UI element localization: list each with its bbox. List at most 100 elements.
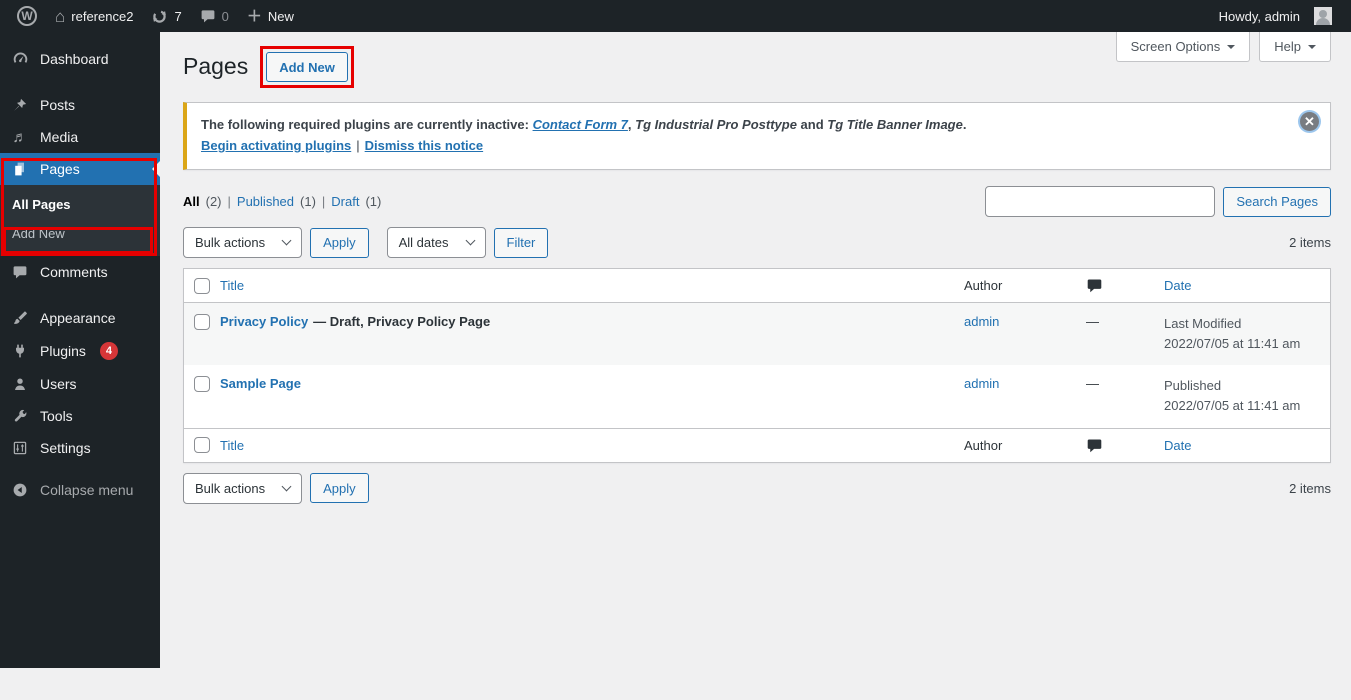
dashboard-icon <box>10 50 30 67</box>
row-checkbox-cell <box>184 303 220 341</box>
view-published-count: (1) <box>300 194 316 209</box>
search-pages-input[interactable] <box>985 186 1215 217</box>
home-icon: ⌂ <box>55 8 65 25</box>
submenu-all-pages[interactable]: All Pages <box>0 190 160 219</box>
begin-activating-plugins-link[interactable]: Begin activating plugins <box>201 138 351 153</box>
row-checkbox[interactable] <box>194 314 210 330</box>
admin-bar: W ⌂ reference2 7 0 ＋ New Howdy, admin <box>0 0 1351 32</box>
page-title-link[interactable]: Sample Page <box>220 376 301 391</box>
column-header-comments[interactable] <box>1084 269 1164 302</box>
paintbrush-icon <box>10 310 30 326</box>
collapse-arrow-icon <box>10 482 30 498</box>
filter-button[interactable]: Filter <box>494 228 549 258</box>
pages-list-table: Title Author Date Privacy Policy — Draft,… <box>183 268 1331 463</box>
submenu-add-new[interactable]: Add New <box>0 219 160 248</box>
sidebar-item-tools[interactable]: Tools <box>0 400 160 432</box>
view-published-link[interactable]: Published <box>237 194 294 209</box>
sidebar-item-posts[interactable]: Posts <box>0 89 160 121</box>
column-footer-title[interactable]: Title <box>220 430 964 461</box>
bulk-actions-select-bottom[interactable]: Bulk actions <box>183 473 302 504</box>
contact-form-7-link[interactable]: Contact Form 7 <box>533 117 628 132</box>
date-status: Last Modified <box>1164 314 1320 334</box>
sidebar-item-appearance[interactable]: Appearance <box>0 302 160 334</box>
view-draft-link[interactable]: Draft <box>331 194 359 209</box>
media-icon: ♬ <box>10 130 30 145</box>
sidebar-item-pages[interactable]: Pages <box>0 153 160 185</box>
sidebar-item-dashboard[interactable]: Dashboard <box>0 42 160 75</box>
sidebar-item-media[interactable]: ♬ Media <box>0 121 160 153</box>
page-title-link[interactable]: Privacy Policy <box>220 314 308 329</box>
column-header-author: Author <box>964 270 1084 301</box>
post-state-label: — Draft, Privacy Policy Page <box>313 314 490 329</box>
column-footer-comments[interactable] <box>1084 429 1164 462</box>
site-name-label: reference2 <box>71 9 133 24</box>
plugins-update-badge: 4 <box>100 342 118 360</box>
main-content: Screen Options Help Pages Add New The fo… <box>160 32 1351 684</box>
comments-menu[interactable]: 0 <box>191 0 238 32</box>
search-area: Search Pages <box>985 186 1331 217</box>
sidebar-label: Media <box>40 129 78 145</box>
author-link[interactable]: admin <box>964 376 999 391</box>
row-title-cell: Sample Page <box>220 365 964 402</box>
admin-sidebar: Dashboard Posts ♬ Media Pages All Pages … <box>0 32 160 668</box>
items-count-bottom: 2 items <box>1289 481 1331 496</box>
column-footer-date[interactable]: Date <box>1164 430 1330 461</box>
add-new-button[interactable]: Add New <box>266 52 348 82</box>
date-filter-select[interactable]: All dates <box>387 227 486 258</box>
comments-bubble-icon <box>1086 277 1154 294</box>
pushpin-icon <box>10 97 30 113</box>
row-checkbox[interactable] <box>194 376 210 392</box>
tablenav-top: Bulk actions Apply All dates Filter 2 it… <box>183 227 1331 258</box>
admin-bar-left: W ⌂ reference2 7 0 ＋ New <box>0 0 303 32</box>
apply-button[interactable]: Apply <box>310 228 369 258</box>
sidebar-item-plugins[interactable]: Plugins 4 <box>0 334 160 368</box>
column-header-date[interactable]: Date <box>1164 270 1330 301</box>
help-button[interactable]: Help <box>1259 32 1331 62</box>
table-row: Sample Page admin — Published 2022/07/05… <box>184 365 1330 427</box>
dismiss-notice-button[interactable]: ✕ <box>1300 112 1319 131</box>
sidebar-item-users[interactable]: Users <box>0 368 160 400</box>
menu-separator <box>0 75 160 89</box>
chevron-down-icon <box>465 236 475 246</box>
row-checkbox-cell <box>184 365 220 403</box>
collapse-menu-button[interactable]: Collapse menu <box>0 474 160 506</box>
apply-button-bottom[interactable]: Apply <box>310 473 369 503</box>
site-name-menu[interactable]: ⌂ reference2 <box>46 0 142 32</box>
tablenav-bottom: Bulk actions Apply 2 items <box>183 473 1331 504</box>
notice-intro: The following required plugins are curre… <box>201 117 533 132</box>
admin-bar-right: Howdy, admin <box>1210 0 1351 32</box>
author-link[interactable]: admin <box>964 314 999 329</box>
comments-bubble-icon <box>10 264 30 280</box>
date-status: Published <box>1164 376 1320 396</box>
annotation-box-add-new-button: Add New <box>260 46 354 88</box>
row-title-cell: Privacy Policy — Draft, Privacy Policy Pa… <box>220 303 964 340</box>
select-all-checkbox[interactable] <box>194 278 210 294</box>
sidebar-item-settings[interactable]: Settings <box>0 432 160 464</box>
list-top-row: All (2) | Published (1) | Draft (1) Sear… <box>183 186 1331 217</box>
notice-separator: | <box>356 138 359 153</box>
content-spacer <box>183 504 1331 684</box>
dismiss-this-notice-link[interactable]: Dismiss this notice <box>365 138 483 153</box>
select-all-checkbox[interactable] <box>194 437 210 453</box>
wrench-icon <box>10 408 30 424</box>
wordpress-logo-menu[interactable]: W <box>8 0 46 32</box>
plugins-inactive-notice: The following required plugins are curre… <box>183 102 1331 170</box>
plus-icon: ＋ <box>247 9 262 24</box>
sidebar-item-comments[interactable]: Comments <box>0 256 160 288</box>
chevron-down-icon <box>1308 45 1316 53</box>
search-pages-button[interactable]: Search Pages <box>1223 187 1331 217</box>
chevron-down-icon <box>282 481 292 491</box>
page-title: Pages <box>183 52 248 82</box>
table-header-row: Title Author Date <box>184 269 1330 303</box>
sidebar-label: Posts <box>40 97 75 113</box>
bulk-actions-select[interactable]: Bulk actions <box>183 227 302 258</box>
sidebar-label: Dashboard <box>40 51 109 67</box>
notice-line-1: The following required plugins are curre… <box>201 117 1290 132</box>
view-separator: | <box>228 194 231 209</box>
howdy-menu[interactable]: Howdy, admin <box>1210 0 1341 32</box>
column-header-title[interactable]: Title <box>220 270 964 301</box>
new-menu[interactable]: ＋ New <box>238 0 303 32</box>
updates-menu[interactable]: 7 <box>142 0 190 32</box>
view-all-link[interactable]: All <box>183 194 200 209</box>
screen-options-button[interactable]: Screen Options <box>1116 32 1251 62</box>
